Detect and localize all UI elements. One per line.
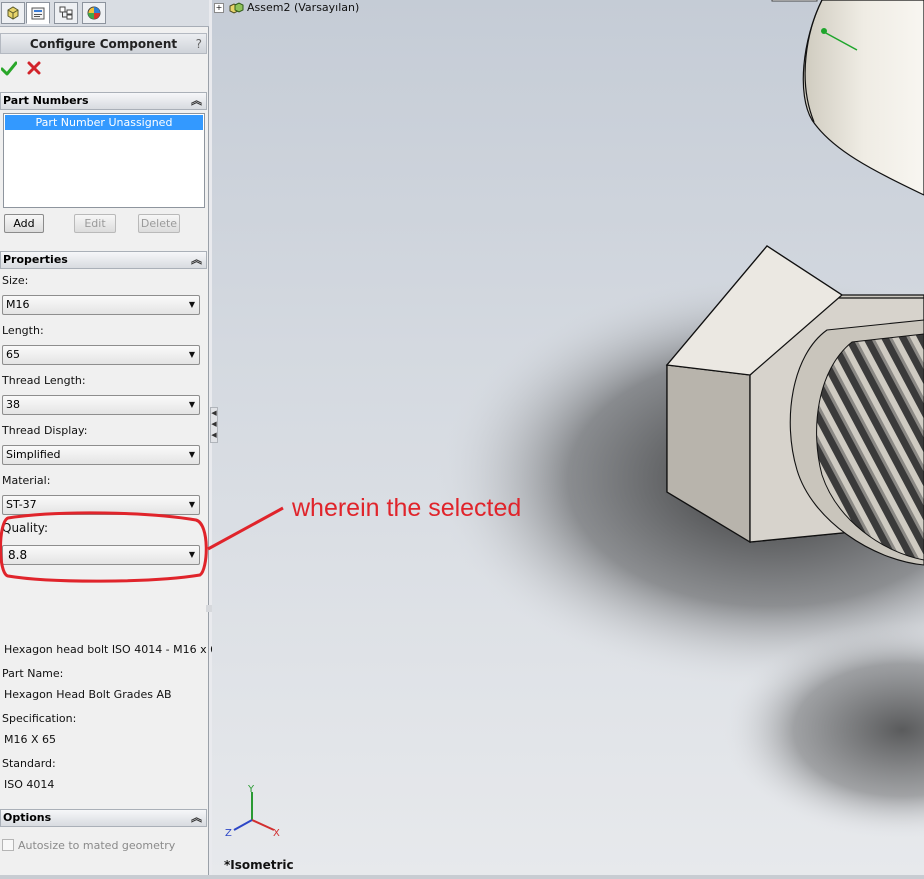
dropdown-arrow-icon: ▼ <box>188 500 195 509</box>
annotation-text: wherein the selected <box>292 494 522 522</box>
autosize-label: Autosize to mated geometry <box>18 839 176 852</box>
help-icon[interactable]: ? <box>196 34 202 54</box>
thread-length-select[interactable]: 38 ▼ <box>2 395 200 415</box>
list-item[interactable]: Part Number Unassigned <box>5 115 203 130</box>
chevron-left-icon: ◀ <box>211 409 217 417</box>
assembly-name: Assem2 (Varsayılan) <box>247 1 360 14</box>
property-manager-panel: Configure Component ? Part Numbers ︽ Par… <box>0 0 217 879</box>
properties-title: Properties <box>3 253 68 266</box>
options-title: Options <box>3 811 52 824</box>
length-select[interactable]: 65 ▼ <box>2 345 200 365</box>
chevron-left-icon: ◀ <box>211 431 217 439</box>
configuration-manager-tab[interactable] <box>54 2 78 24</box>
appearance-manager-icon <box>87 6 101 20</box>
bottom-tab-strip <box>0 875 924 879</box>
assembly-icon <box>229 2 243 14</box>
material-label: Material: <box>2 474 51 487</box>
properties-header[interactable]: Properties ︽ <box>0 251 207 269</box>
thread-display-value: Simplified <box>6 448 61 461</box>
dropdown-arrow-icon: ▼ <box>188 400 195 409</box>
length-label: Length: <box>2 324 44 337</box>
panel-title: Configure Component <box>29 37 178 51</box>
chevron-left-icon: ◀ <box>211 420 217 428</box>
x-axis-label: X <box>273 828 280 839</box>
size-label: Size: <box>2 274 29 287</box>
quality-value: 8.8 <box>8 548 28 562</box>
panel-title-bar: Configure Component ? <box>0 33 207 54</box>
manager-tabstrip <box>0 0 209 27</box>
part-name-value: Hexagon Head Bolt Grades AB <box>4 688 172 701</box>
material-select[interactable]: ST-37 ▼ <box>2 495 200 515</box>
specification-value: M16 X 65 <box>4 733 57 746</box>
dropdown-arrow-icon: ▼ <box>188 550 195 559</box>
thread-length-label: Thread Length: <box>2 374 86 387</box>
property-manager-tab[interactable] <box>26 2 50 24</box>
size-value: M16 <box>6 298 30 311</box>
collapse-chevron-icon[interactable]: ︽ <box>191 810 202 826</box>
quality-select[interactable]: 8.8 ▼ <box>2 545 200 565</box>
dropdown-arrow-icon: ▼ <box>188 350 195 359</box>
material-value: ST-37 <box>6 498 37 511</box>
collapse-chevron-icon[interactable]: ︽ <box>191 252 202 268</box>
part-name-label: Part Name: <box>2 667 64 680</box>
description-value: Hexagon head bolt ISO 4014 - M16 x 6 <box>4 643 218 656</box>
cancel-x-icon[interactable] <box>26 60 42 76</box>
y-axis-label: Y <box>247 784 255 795</box>
add-button[interactable]: Add <box>4 214 44 233</box>
dropdown-arrow-icon: ▼ <box>188 450 195 459</box>
options-header[interactable]: Options ︽ <box>0 809 207 827</box>
expand-icon[interactable]: + <box>214 3 224 13</box>
feature-manager-icon <box>7 6 19 20</box>
configuration-manager-icon <box>59 6 73 20</box>
standard-value: ISO 4014 <box>4 778 55 791</box>
part-numbers-header[interactable]: Part Numbers ︽ <box>0 92 207 110</box>
feature-tree-root[interactable]: + Assem2 (Varsayılan) <box>214 1 359 14</box>
feature-manager-tab[interactable] <box>1 2 25 24</box>
dropdown-arrow-icon: ▼ <box>188 300 195 309</box>
bolt-model[interactable]: Y X Z <box>212 0 924 875</box>
panel-collapse-handle[interactable]: ◀ ◀ ◀ <box>210 407 218 443</box>
length-value: 65 <box>6 348 20 361</box>
thread-display-label: Thread Display: <box>2 424 88 437</box>
autosize-checkbox[interactable] <box>2 839 14 851</box>
thread-length-value: 38 <box>6 398 20 411</box>
edit-button[interactable]: Edit <box>74 214 116 233</box>
axis-triad: Y X Z <box>225 784 280 839</box>
view-orientation-label: *Isometric <box>224 858 294 872</box>
quality-label: Quality: <box>2 521 49 535</box>
part-number-list[interactable]: Part Number Unassigned <box>3 113 205 208</box>
part-numbers-title: Part Numbers <box>3 94 89 107</box>
thread-display-select[interactable]: Simplified ▼ <box>2 445 200 465</box>
specification-label: Specification: <box>2 712 77 725</box>
delete-button[interactable]: Delete <box>138 214 180 233</box>
graphics-viewport[interactable]: Y X Z <box>212 0 924 875</box>
standard-label: Standard: <box>2 757 56 770</box>
property-manager-icon <box>31 7 45 20</box>
size-select[interactable]: M16 ▼ <box>2 295 200 315</box>
z-axis-label: Z <box>225 828 232 839</box>
collapse-chevron-icon[interactable]: ︽ <box>191 93 202 109</box>
appearance-manager-tab[interactable] <box>82 2 106 24</box>
ok-checkmark-icon[interactable] <box>1 60 17 76</box>
